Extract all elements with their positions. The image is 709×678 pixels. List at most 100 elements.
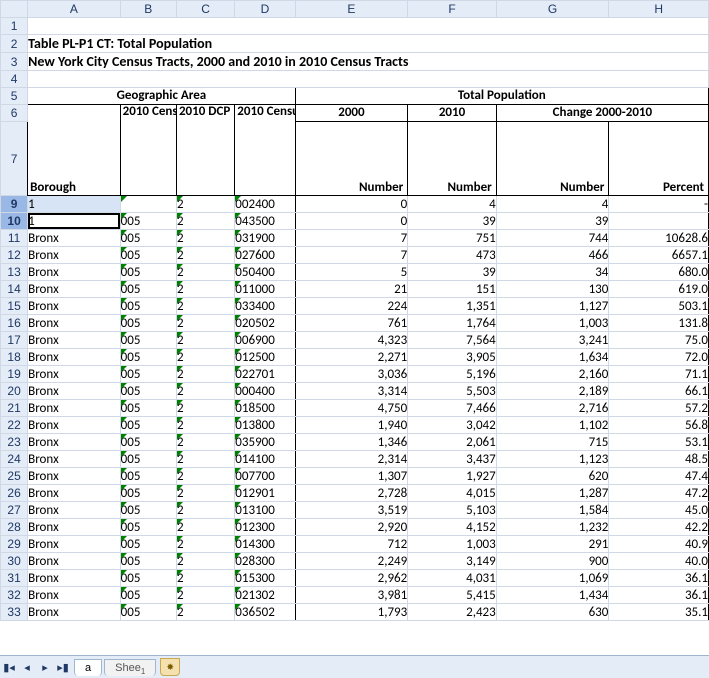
cell-fips[interactable]: 005 bbox=[120, 264, 176, 281]
cell-A1[interactable] bbox=[28, 18, 709, 35]
row-20[interactable]: 20 bbox=[1, 383, 28, 400]
row-16[interactable]: 16 bbox=[1, 315, 28, 332]
cell-borough[interactable]: Bronx bbox=[28, 485, 121, 502]
cell-change-percent[interactable]: - bbox=[609, 196, 709, 213]
cell-tract[interactable]: 028300 bbox=[235, 553, 295, 570]
cell-change-percent[interactable]: 10628.6 bbox=[609, 230, 709, 247]
row-33[interactable]: 33 bbox=[1, 604, 28, 621]
cell-tract[interactable]: 043500 bbox=[235, 213, 295, 230]
tab-nav-first-icon[interactable]: ▮◂ bbox=[0, 658, 18, 676]
cell-change-number[interactable]: 2,189 bbox=[496, 383, 609, 400]
cell-change-percent[interactable]: 42.2 bbox=[609, 519, 709, 536]
col-C[interactable]: C bbox=[176, 1, 234, 18]
cell-fips[interactable]: 005 bbox=[120, 315, 176, 332]
cell-fips[interactable]: 005 bbox=[120, 485, 176, 502]
cell-change-number[interactable]: 1,069 bbox=[496, 570, 609, 587]
cell-dcp[interactable]: 2 bbox=[176, 587, 234, 604]
cell-borough[interactable]: Bronx bbox=[28, 587, 121, 604]
cell-tract[interactable]: 015300 bbox=[235, 570, 295, 587]
cell-tract[interactable]: 014300 bbox=[235, 536, 295, 553]
cell-change-percent[interactable]: 503.1 bbox=[609, 298, 709, 315]
cell-change-percent[interactable]: 72.0 bbox=[609, 349, 709, 366]
header-borough[interactable]: Borough bbox=[28, 105, 121, 196]
col-F[interactable]: F bbox=[408, 1, 497, 18]
cell-change-percent[interactable]: 35.1 bbox=[609, 604, 709, 621]
cell-dcp[interactable]: 2 bbox=[176, 196, 234, 213]
cell-borough[interactable]: Bronx bbox=[28, 366, 121, 383]
cell-change-number[interactable]: 1,434 bbox=[496, 587, 609, 604]
cell-tract[interactable]: 013100 bbox=[235, 502, 295, 519]
cell-change-number[interactable]: 744 bbox=[496, 230, 609, 247]
cell-change-number[interactable]: 900 bbox=[496, 553, 609, 570]
cell-number-2000[interactable]: 1,346 bbox=[295, 434, 408, 451]
cell-borough[interactable]: Bronx bbox=[28, 502, 121, 519]
cell-fips[interactable]: 005 bbox=[120, 247, 176, 264]
cell-change-number[interactable]: 620 bbox=[496, 468, 609, 485]
col-H[interactable]: H bbox=[609, 1, 709, 18]
cell-fips[interactable]: 005 bbox=[120, 553, 176, 570]
cell-fips[interactable] bbox=[120, 196, 176, 213]
cell-dcp[interactable]: 2 bbox=[176, 468, 234, 485]
cell-borough[interactable]: Bronx bbox=[28, 553, 121, 570]
cell-change-number[interactable]: 130 bbox=[496, 281, 609, 298]
row-5[interactable]: 5 bbox=[1, 88, 28, 105]
cell-dcp[interactable]: 2 bbox=[176, 332, 234, 349]
cell-borough[interactable]: Bronx bbox=[28, 383, 121, 400]
cell-tract[interactable]: 012901 bbox=[235, 485, 295, 502]
col-B[interactable]: B bbox=[120, 1, 176, 18]
cell-number-2010[interactable]: 4,015 bbox=[408, 485, 497, 502]
cell-change-percent[interactable]: 48.5 bbox=[609, 451, 709, 468]
cell-number-2000[interactable]: 1,793 bbox=[295, 604, 408, 621]
cell-number-2000[interactable]: 712 bbox=[295, 536, 408, 553]
cell-tract[interactable]: 014100 bbox=[235, 451, 295, 468]
cell-dcp[interactable]: 2 bbox=[176, 451, 234, 468]
cell-fips[interactable]: 005 bbox=[120, 434, 176, 451]
cell-number-2010[interactable]: 1,003 bbox=[408, 536, 497, 553]
row-7[interactable]: 7 bbox=[1, 122, 28, 196]
cell-dcp[interactable]: 2 bbox=[176, 230, 234, 247]
cell-tract[interactable]: 036502 bbox=[235, 604, 295, 621]
cell-tract[interactable]: 000400 bbox=[235, 383, 295, 400]
cell-change-number[interactable]: 1,287 bbox=[496, 485, 609, 502]
cell-borough[interactable]: Bronx bbox=[28, 536, 121, 553]
cell-dcp[interactable]: 2 bbox=[176, 519, 234, 536]
row-28[interactable]: 28 bbox=[1, 519, 28, 536]
cell-dcp[interactable]: 2 bbox=[176, 434, 234, 451]
cell-fips[interactable]: 005 bbox=[120, 298, 176, 315]
cell-tract[interactable]: 022701 bbox=[235, 366, 295, 383]
cell-number-2010[interactable]: 3,149 bbox=[408, 553, 497, 570]
cell-change-number[interactable]: 1,634 bbox=[496, 349, 609, 366]
cell-tract[interactable]: 002400 bbox=[235, 196, 295, 213]
cell-borough[interactable]: Bronx bbox=[28, 417, 121, 434]
cell-change-number[interactable]: 1,123 bbox=[496, 451, 609, 468]
cell-borough[interactable]: Bronx bbox=[28, 570, 121, 587]
row-31[interactable]: 31 bbox=[1, 570, 28, 587]
sheet-tab-active[interactable]: a bbox=[74, 659, 102, 676]
cell-tract[interactable]: 012300 bbox=[235, 519, 295, 536]
cell-change-percent[interactable]: 66.1 bbox=[609, 383, 709, 400]
header-number-change[interactable]: Number bbox=[496, 122, 609, 196]
cell-change-percent[interactable]: 36.1 bbox=[609, 587, 709, 604]
cell-number-2000[interactable]: 3,314 bbox=[295, 383, 408, 400]
cell-dcp[interactable]: 2 bbox=[176, 247, 234, 264]
header-percent[interactable]: Percent bbox=[609, 122, 709, 196]
cell-change-percent[interactable]: 47.2 bbox=[609, 485, 709, 502]
header-number-2010[interactable]: Number bbox=[408, 122, 497, 196]
cell-number-2010[interactable]: 7,564 bbox=[408, 332, 497, 349]
cell-change-percent[interactable]: 71.1 bbox=[609, 366, 709, 383]
cell-dcp[interactable]: 2 bbox=[176, 383, 234, 400]
row-3[interactable]: 3 bbox=[1, 53, 28, 71]
cell-dcp[interactable]: 2 bbox=[176, 213, 234, 230]
cell-tract[interactable]: 033400 bbox=[235, 298, 295, 315]
sheet-tab-inactive[interactable]: Shee1 bbox=[104, 659, 156, 676]
cell-number-2000[interactable]: 3,519 bbox=[295, 502, 408, 519]
row-2[interactable]: 2 bbox=[1, 35, 28, 53]
cell-dcp[interactable]: 2 bbox=[176, 298, 234, 315]
cell-number-2010[interactable]: 5,503 bbox=[408, 383, 497, 400]
cell-change-percent[interactable]: 45.0 bbox=[609, 502, 709, 519]
cell-number-2000[interactable]: 2,962 bbox=[295, 570, 408, 587]
cell-change-number[interactable]: 2,716 bbox=[496, 400, 609, 417]
cell-borough[interactable]: Bronx bbox=[28, 434, 121, 451]
cell-borough[interactable]: Bronx bbox=[28, 264, 121, 281]
row-23[interactable]: 23 bbox=[1, 434, 28, 451]
